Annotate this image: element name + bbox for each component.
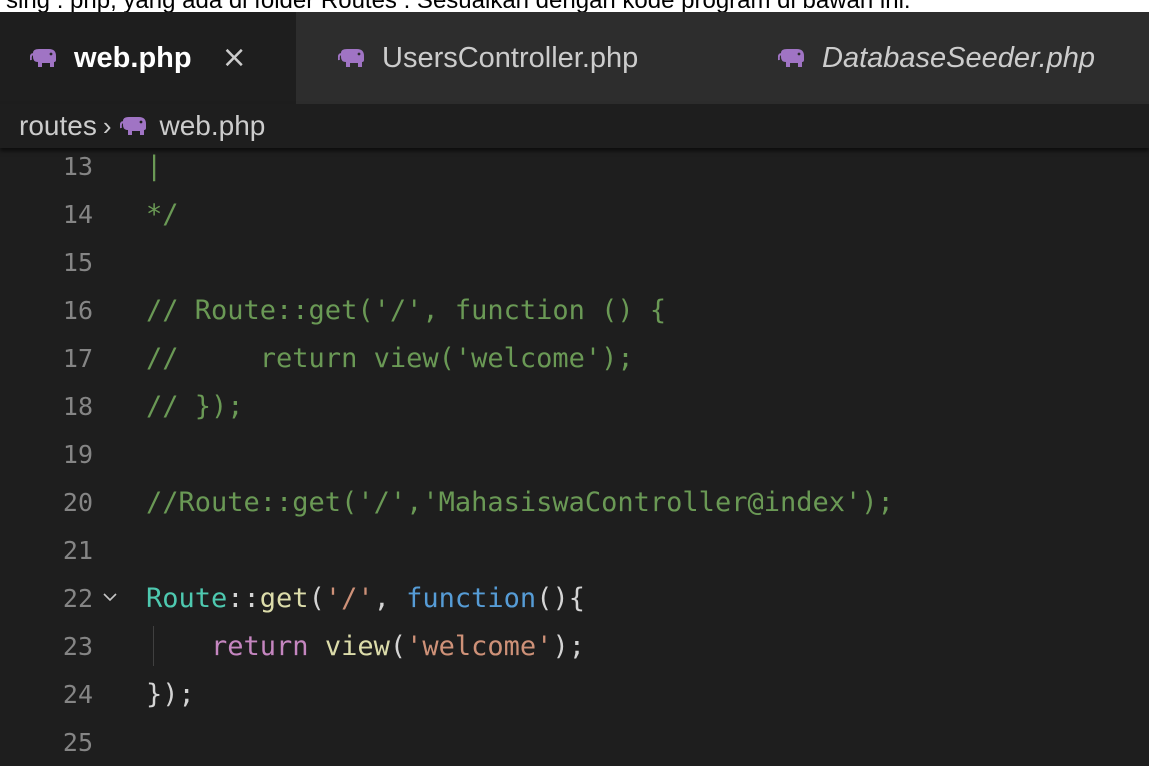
document-text: sing . php, yang ada di folder Routes . …	[6, 0, 911, 12]
line-number: 15	[62, 247, 93, 277]
close-icon[interactable]: ×	[222, 43, 247, 73]
code-token: //Route::get('/','MahasiswaController@in…	[146, 486, 894, 518]
code-token: });	[146, 678, 195, 710]
chevron-down-icon[interactable]	[103, 590, 117, 604]
line-number: 18	[62, 391, 93, 421]
code-line[interactable]: 15	[0, 238, 1149, 286]
code-token: (){	[536, 582, 585, 614]
code-line[interactable]: 19	[0, 430, 1149, 478]
code-token: function	[406, 582, 537, 614]
line-number: 23	[62, 631, 93, 661]
tab-web-php[interactable]: web.php ×	[0, 12, 296, 104]
line-number: 20	[62, 487, 93, 517]
code-line[interactable]: 18 // });	[0, 382, 1149, 430]
tab-label: UsersController.php	[382, 41, 639, 74]
code-line[interactable]: 25	[0, 718, 1149, 766]
code-token: */	[146, 198, 179, 230]
code-token: Route	[146, 582, 228, 614]
tab-label: web.php	[74, 41, 192, 74]
code-text: // });	[146, 391, 244, 422]
code-text: return view('welcome');	[146, 631, 585, 662]
php-elephant-icon	[119, 117, 146, 135]
code-text: //Route::get('/','MahasiswaController@in…	[146, 487, 894, 518]
code-text: // Route::get('/', function () {	[146, 295, 666, 326]
code-text: */	[146, 199, 179, 230]
code-token: return	[211, 630, 309, 662]
code-text: Route::get('/', function(){	[146, 583, 585, 614]
line-number: 19	[62, 439, 93, 469]
code-token: |	[146, 150, 163, 182]
line-number: 16	[62, 295, 93, 325]
code-token: ,	[373, 582, 407, 614]
line-number: 14	[62, 199, 93, 229]
code-text: |	[146, 151, 162, 182]
code-editor[interactable]: 13 |14 */1516 // Route::get('/', function (…	[0, 148, 1149, 757]
breadcrumb-separator-icon: ›	[102, 110, 112, 141]
document-text-fragment: sing . php, yang ada di folder Routes . …	[0, 0, 1149, 12]
tab-users-controller[interactable]: UsersController.php	[296, 12, 742, 104]
code-line[interactable]: 16 // Route::get('/', function () {	[0, 286, 1149, 334]
tab-label: DatabaseSeeder.php	[822, 41, 1096, 74]
code-token: // });	[146, 390, 244, 422]
code-line[interactable]: 23 return view('welcome');	[0, 622, 1149, 670]
code-text: // return view('welcome');	[146, 343, 634, 374]
line-number: 22	[62, 583, 93, 613]
code-token: view	[324, 630, 390, 662]
code-line[interactable]: 21	[0, 526, 1149, 574]
editor-tab-bar: web.php × UsersController.php DatabaseSe…	[0, 12, 1149, 104]
code-token: // return view('welcome');	[146, 342, 634, 374]
code-token: // Route::get('/', function () {	[146, 294, 667, 326]
line-number: 13	[62, 151, 93, 181]
code-token: 'welcome'	[406, 630, 553, 662]
php-elephant-icon	[30, 49, 56, 67]
code-line[interactable]: 14 */	[0, 190, 1149, 238]
breadcrumb-file[interactable]: web.php	[160, 110, 266, 142]
code-token: ::	[227, 582, 260, 614]
line-number: 21	[62, 535, 93, 565]
code-line[interactable]: 17 // return view('welcome');	[0, 334, 1149, 382]
code-line[interactable]: 13 |	[0, 142, 1149, 190]
tab-database-seeder[interactable]: DatabaseSeeder.php	[742, 12, 1149, 104]
breadcrumb-folder[interactable]: routes	[19, 110, 97, 142]
code-token: (	[308, 582, 325, 614]
php-elephant-icon	[338, 49, 364, 67]
code-token: '/'	[324, 582, 374, 614]
code-line[interactable]: 20 //Route::get('/','MahasiswaController@…	[0, 478, 1149, 526]
code-token: );	[552, 630, 585, 662]
line-number: 25	[62, 727, 93, 757]
code-token: get	[259, 582, 309, 614]
code-line[interactable]: 24});	[0, 670, 1149, 718]
code-line[interactable]: 22 Route::get('/', function(){	[0, 574, 1149, 622]
line-number: 24	[62, 679, 93, 709]
code-token: (	[389, 630, 407, 662]
code-text: });	[146, 679, 195, 710]
breadcrumb: routes › web.php	[0, 104, 1149, 148]
indent-guide	[153, 626, 154, 666]
line-number: 17	[62, 343, 93, 373]
php-elephant-icon	[778, 49, 804, 67]
